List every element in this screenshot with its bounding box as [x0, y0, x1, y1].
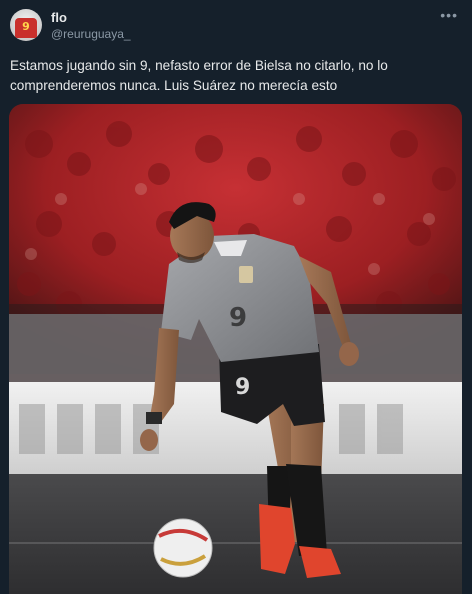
post-text: Estamos jugando sin 9, nefasto error de … — [10, 58, 388, 93]
pitch-line — [9, 542, 462, 544]
post-photo[interactable]: 9 9 — [9, 104, 462, 594]
author-name[interactable]: flo — [51, 10, 67, 25]
avatar-number: 9 — [22, 20, 30, 33]
post: 9 flo @reuruguaya_ ••• Estamos jugando s… — [0, 0, 472, 594]
avatar[interactable]: 9 — [10, 9, 42, 41]
player-right-hand — [339, 342, 359, 366]
shorts-number: 9 — [235, 375, 250, 400]
jersey-crest — [239, 266, 253, 283]
jersey-number: 9 — [229, 303, 247, 333]
player-left-hand — [140, 429, 158, 451]
more-options-icon[interactable]: ••• — [440, 8, 458, 22]
author-handle[interactable]: @reuruguaya_ — [51, 27, 131, 41]
photo-illustration: 9 9 — [9, 104, 462, 594]
pitch — [9, 474, 462, 594]
football — [153, 518, 213, 578]
player-wristband — [146, 412, 162, 424]
